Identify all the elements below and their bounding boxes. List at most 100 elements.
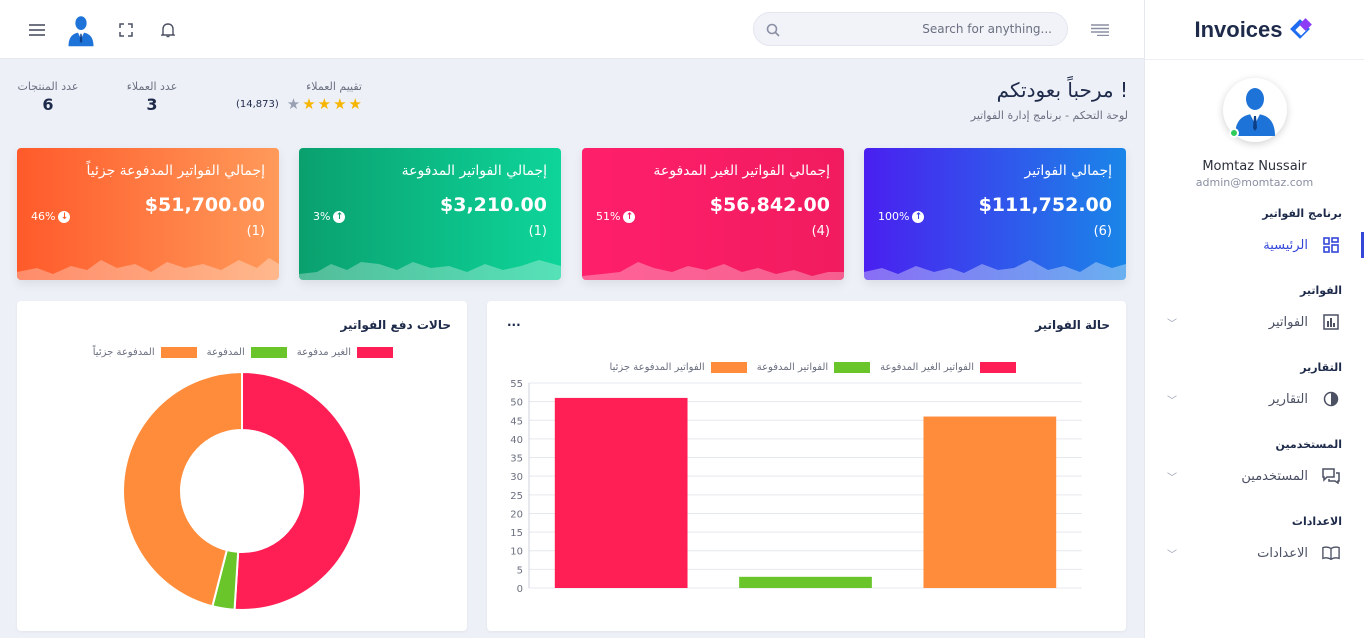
- y-tick-label: 40: [510, 435, 523, 446]
- customers-stat: عدد العملاء 3: [120, 80, 184, 114]
- online-status-dot: [1228, 128, 1239, 138]
- page-subtitle: لوحة التحكم - برنامج إدارة الفواتير: [970, 109, 1128, 122]
- customer-rating: تقييم العملاء (14,873) ★ ★ ★ ★ ★: [226, 80, 362, 112]
- bar[interactable]: [739, 576, 872, 588]
- avatar[interactable]: [1222, 78, 1287, 142]
- search-input[interactable]: [792, 13, 1052, 45]
- user-avatar-icon: [68, 15, 94, 46]
- user-email: admin@momtaz.com: [1195, 176, 1314, 189]
- bar[interactable]: [554, 397, 688, 588]
- card-sparkline: [17, 258, 279, 280]
- card-count: (6): [1093, 224, 1112, 239]
- rating-label: تقييم العملاء: [306, 80, 362, 93]
- card-count: (4): [811, 224, 830, 239]
- card-total-invoices[interactable]: إجمالي الفواتير $111,752.00 (6) 100% ↑: [864, 148, 1126, 280]
- arrow-up-icon: ↑: [333, 210, 346, 223]
- card-sparkline: [582, 262, 844, 280]
- sidebar-item-invoices[interactable]: ﹀ الفواتير: [1145, 309, 1364, 335]
- nav-section-invoices-program: برنامج الفواتير: [1262, 207, 1342, 220]
- percent-value: 3%: [313, 210, 331, 223]
- card-title: إجمالي الفواتير الغير المدفوعة: [653, 163, 830, 179]
- card-percent: 3% ↑: [313, 210, 346, 223]
- star-filled-icon: ★: [317, 95, 332, 113]
- card-amount: $56,842.00: [709, 194, 830, 216]
- chevron-down-icon: ﹀: [1167, 396, 1177, 407]
- y-tick-label: 35: [510, 454, 523, 465]
- page-title: مرحباً بعودتكم !: [996, 78, 1128, 102]
- y-tick-label: 20: [510, 509, 523, 520]
- y-tick-label: 55: [510, 379, 523, 390]
- star-empty-icon: ★: [286, 95, 301, 113]
- card-sparkline: [864, 260, 1126, 280]
- top-header: [0, 0, 1144, 59]
- sidebar-item-settings[interactable]: ﹀ الاعدادات: [1145, 540, 1364, 566]
- card-paid-invoices[interactable]: إجمالي الفواتير المدفوعة $3,210.00 (1) 3…: [299, 148, 561, 280]
- user-profile: Momtaz Nussair admin@momtaz.com: [1145, 60, 1364, 189]
- sidebar-item-home[interactable]: الرئيسية: [1145, 232, 1364, 258]
- percent-value: 100%: [878, 210, 910, 223]
- sidebar-item-label: الرئيسية: [1263, 237, 1308, 253]
- y-tick-label: 45: [510, 416, 523, 427]
- sidebar: Invoices Momtaz Nussair admin@momtaz.com…: [1144, 0, 1364, 638]
- brand-diamond-icon: [1287, 16, 1315, 44]
- card-percent: 51% ↑: [596, 210, 636, 223]
- card-title: إجمالي الفواتير المدفوعة جزئياً: [86, 163, 265, 179]
- card-title: إجمالي الفواتير المدفوعة: [401, 163, 547, 179]
- search-icon: [766, 22, 780, 41]
- y-tick-label: 0: [517, 584, 523, 595]
- sidebar-item-label: الاعدادات: [1257, 545, 1308, 561]
- products-label: عدد المنتجات: [17, 80, 79, 93]
- avatar[interactable]: [64, 0, 98, 59]
- card-count: (1): [246, 224, 265, 239]
- y-tick-label: 10: [510, 547, 523, 558]
- chevron-down-icon: ﹀: [1167, 550, 1177, 561]
- rating-count: (14,873): [235, 99, 279, 110]
- customers-label: عدد العملاء: [126, 80, 178, 93]
- card-amount: $51,700.00: [144, 194, 265, 216]
- arrow-up-icon: ↑: [912, 210, 925, 223]
- sidebar-toggle-icon[interactable]: [1090, 0, 1110, 59]
- chat-icon: [1322, 467, 1340, 485]
- customers-count: 3: [146, 95, 158, 114]
- pie-chart-icon: [1322, 390, 1340, 408]
- card-amount: $111,752.00: [978, 194, 1112, 216]
- products-stat: عدد المنتجات 6: [12, 80, 84, 114]
- fullscreen-icon[interactable]: [117, 0, 135, 59]
- sidebar-item-label: الفواتير: [1268, 314, 1308, 330]
- card-amount: $3,210.00: [440, 194, 547, 216]
- star-filled-icon: ★: [302, 95, 316, 113]
- card-sparkline: [299, 260, 561, 280]
- card-percent: 100% ↑: [878, 210, 925, 223]
- y-tick-label: 15: [510, 528, 523, 539]
- card-percent: 46% ↓: [31, 210, 71, 223]
- nav-section-reports: التقارير: [1300, 361, 1342, 374]
- star-filled-icon: ★: [348, 95, 362, 113]
- bar-chart: 0 5 10 15 20 25 30 35 40 45 50 55: [510, 379, 1082, 595]
- user-avatar-icon: [1234, 88, 1275, 136]
- search-bar: [753, 12, 1068, 46]
- products-count: 6: [42, 95, 54, 114]
- grid-icon: [1322, 236, 1340, 254]
- card-partially-paid-invoices[interactable]: إجمالي الفواتير المدفوعة جزئياً $51,700.…: [17, 148, 279, 280]
- percent-value: 51%: [596, 210, 621, 223]
- y-tick-label: 25: [510, 491, 523, 502]
- chevron-down-icon: ﹀: [1167, 473, 1177, 484]
- bell-icon[interactable]: [159, 0, 177, 59]
- y-tick-label: 5: [517, 565, 523, 576]
- bar[interactable]: [923, 416, 1057, 588]
- hamburger-menu-icon[interactable]: [26, 0, 48, 59]
- nav-section-invoices: الفواتير: [1300, 284, 1342, 297]
- star-filled-icon: ★: [333, 95, 347, 113]
- sidebar-item-reports[interactable]: ﹀ التقارير: [1145, 386, 1364, 412]
- sidebar-item-users[interactable]: ﹀ المستخدمين: [1145, 463, 1364, 489]
- donut-slice[interactable]: [233, 370, 362, 611]
- book-icon: [1322, 544, 1340, 562]
- payment-status-panel: حالات دفع الفواتير الغير مدفوعة المدفوعة ا…: [17, 301, 467, 631]
- brand-logo[interactable]: Invoices: [1145, 0, 1364, 60]
- y-tick-label: 30: [510, 472, 523, 483]
- nav-menu: برنامج الفواتير الرئيسية الفواتير ﹀ الفو…: [1145, 207, 1364, 566]
- invoice-status-panel: حالة الفواتير ... الفواتير الغير المدفوع…: [487, 301, 1126, 631]
- brand-name: Invoices: [1194, 16, 1283, 42]
- percent-value: 46%: [31, 210, 56, 223]
- card-unpaid-invoices[interactable]: إجمالي الفواتير الغير المدفوعة $56,842.0…: [582, 148, 844, 280]
